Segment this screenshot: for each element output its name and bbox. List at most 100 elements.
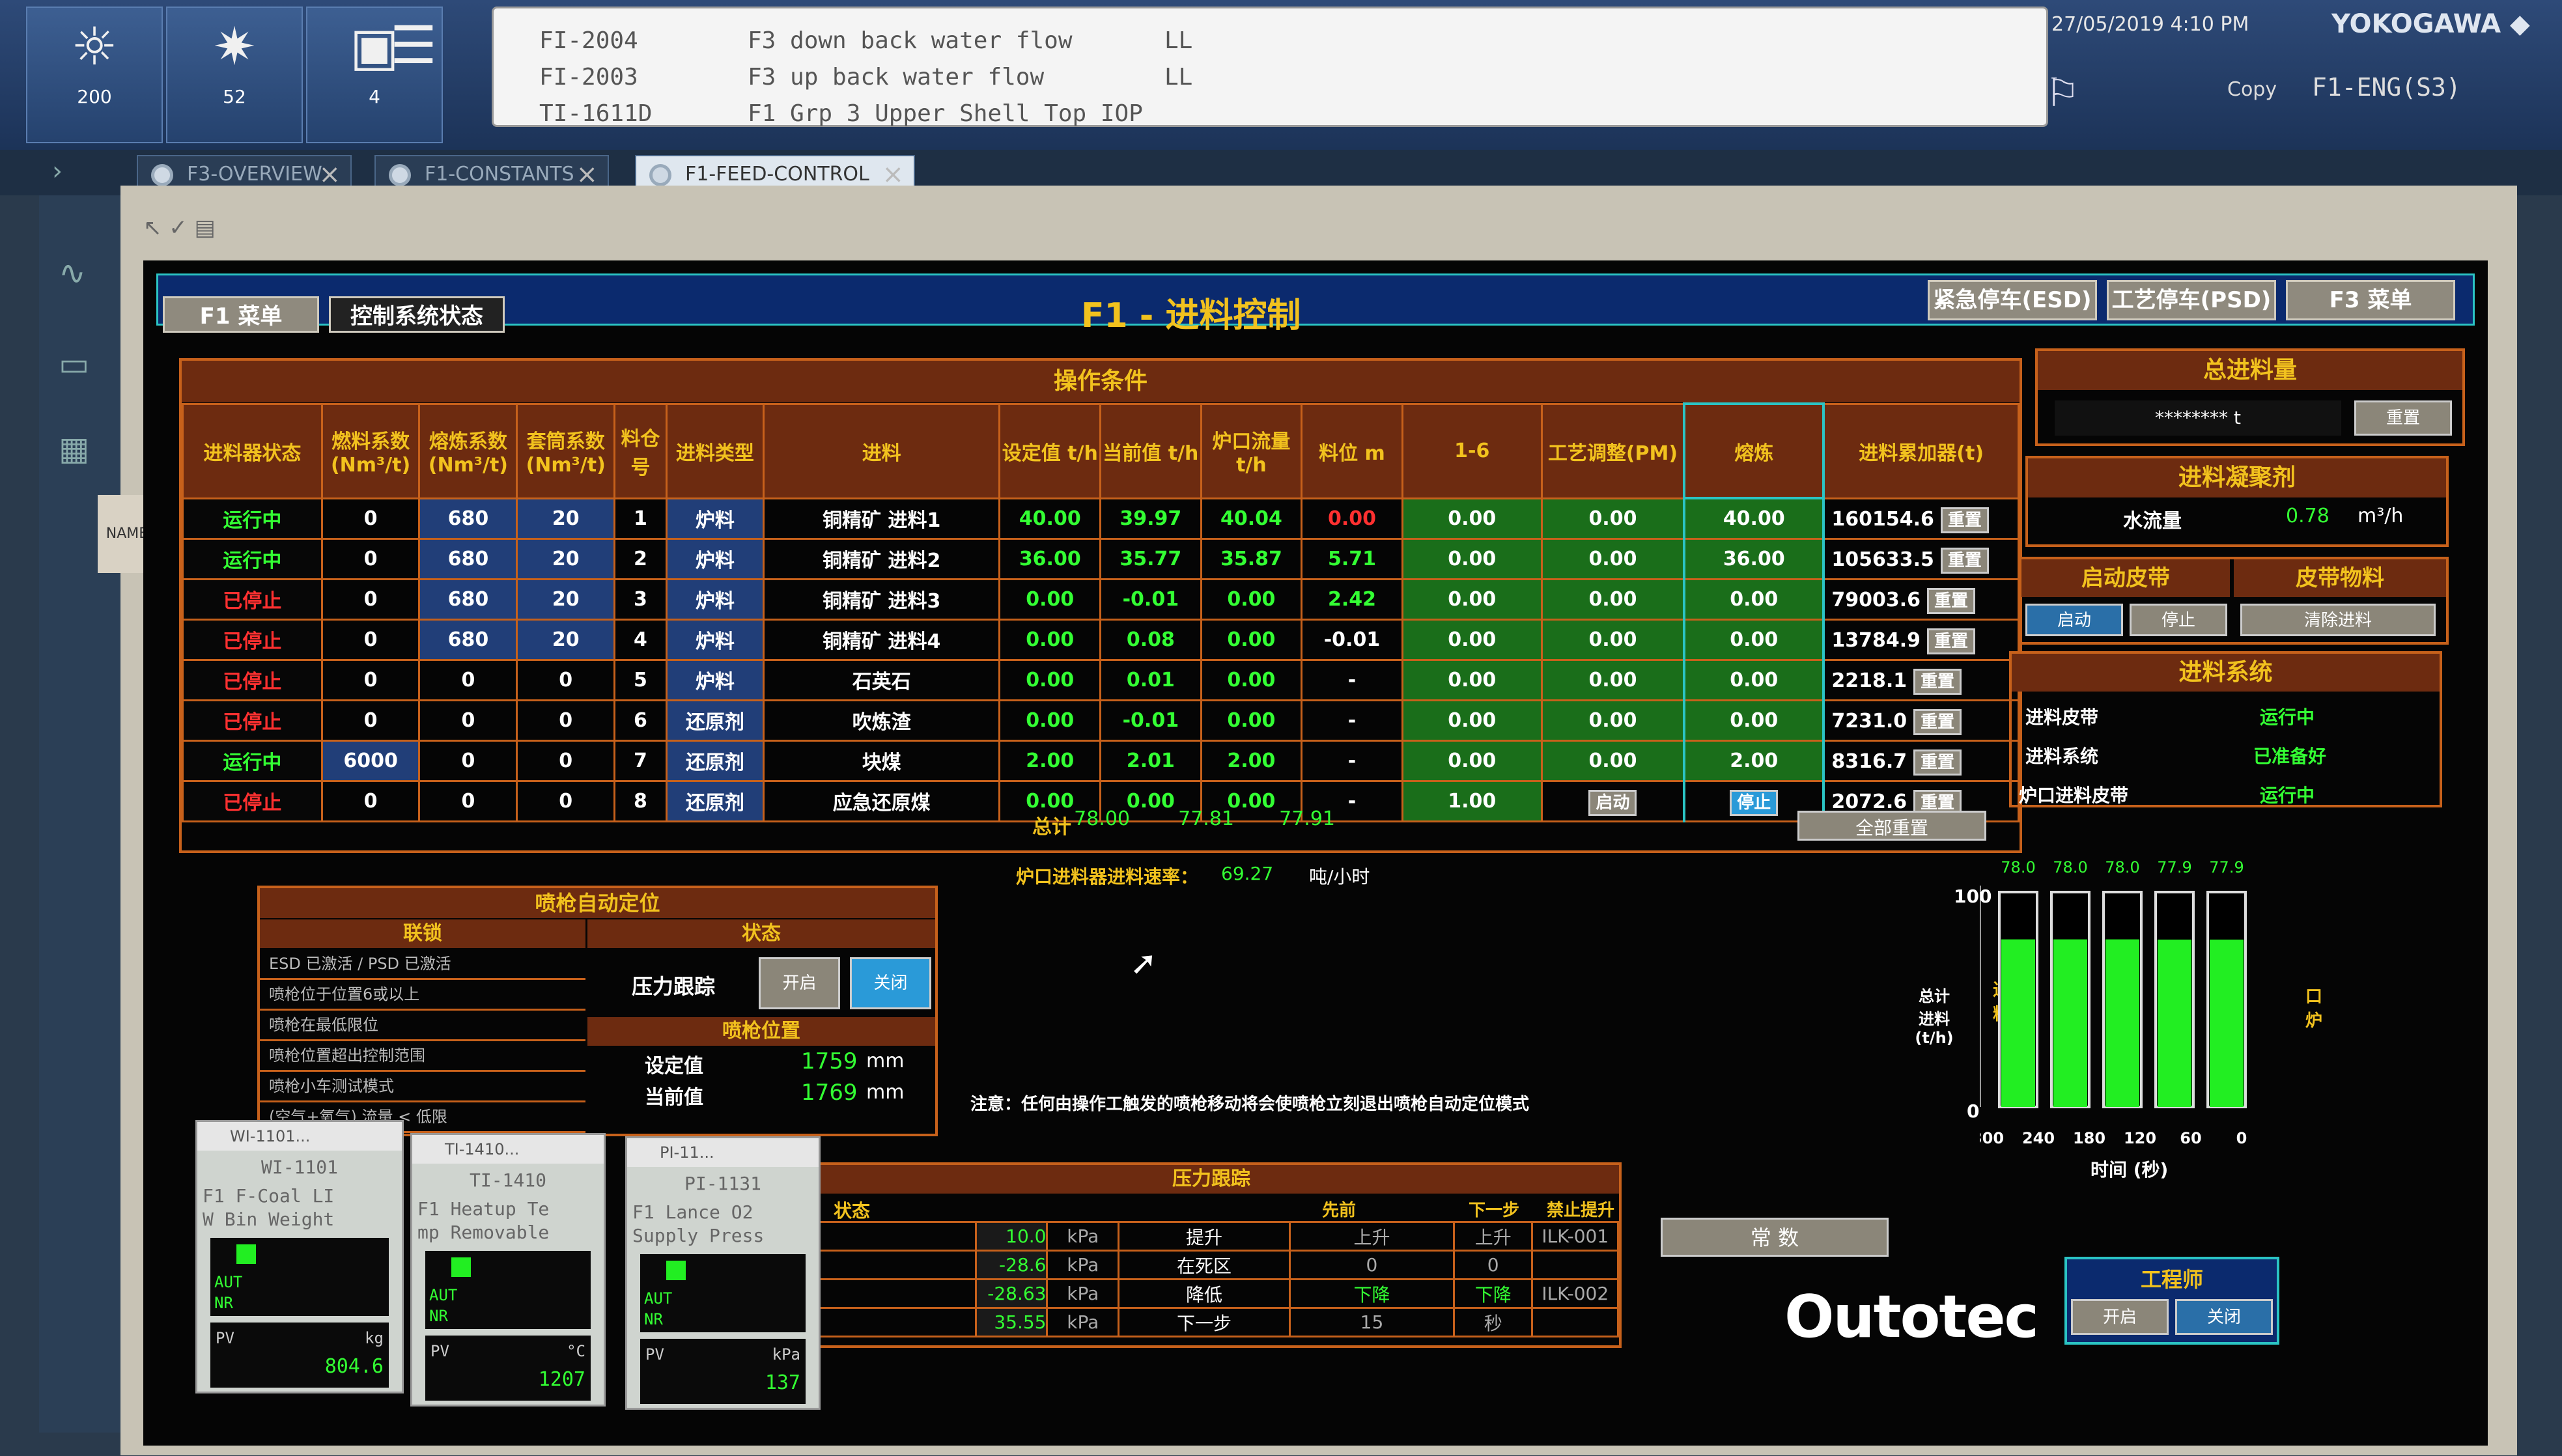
alarm-row[interactable]: FI-2003 F3 up back water flow LL [539,59,2001,96]
cell: 铜精矿 进料3 [762,578,1001,621]
pv-unit: °C [567,1342,585,1360]
folder-icon[interactable]: ▭ [59,345,89,383]
system-alarm-button[interactable]: ✷ 52 [166,7,303,143]
cell: 石英石 [762,658,1001,701]
cell: 2.01 [1099,739,1202,782]
belt-stop-button[interactable]: 停止 [2130,604,2227,636]
reset-button[interactable]: 重置 [1913,708,1962,735]
pt-cell: kPa [1046,1278,1120,1309]
feeder-status[interactable]: 运行中 [182,537,323,580]
cell: 炉料 [665,618,765,661]
pt-cell: 下降 [1452,1278,1534,1309]
tab-icon [649,164,671,186]
interlock-row: 喷枪在最低限位 [260,1011,585,1041]
rocket-icon[interactable]: ⚐ [2045,70,2080,116]
cell: 炉料 [665,537,765,580]
total-flow: 77.91 [1279,807,1335,830]
alarm-row[interactable]: FI-2004 F3 down back water flow LL [539,23,2001,59]
faceplate-header[interactable]: TI-1410... [412,1135,604,1164]
pv-label: PV [216,1329,234,1347]
engineer-close-button[interactable]: 关闭 [2175,1299,2273,1335]
feeder-status[interactable]: 运行中 [182,497,323,540]
faceplate-nr: NR [429,1307,448,1325]
cell: 0.00 [1200,699,1303,742]
toolbar-icons[interactable]: ↖ ✓ ▤ [143,215,216,241]
pv-value: 137 [765,1371,800,1394]
sys-label: 进料系统 [2025,746,2099,767]
f3-menu-button[interactable]: F3 菜单 [2286,280,2455,320]
cell: 0.08 [1099,618,1202,661]
user-label[interactable]: F1-ENG(S3) [2312,73,2461,102]
copy-button[interactable]: Copy [2227,78,2277,101]
reset-button[interactable]: 重置 [1913,668,1962,695]
f1-menu-button[interactable]: F1 菜单 [163,296,319,333]
process-alarm-button[interactable]: ☼ 200 [26,7,163,143]
cell: 0 [320,699,421,742]
grid-icon[interactable]: ▦ [59,430,89,468]
cell: 0.00 [998,618,1102,661]
cell: 0.00 [1401,537,1543,580]
datetime: 27/05/2019 4:10 PM [2051,13,2249,36]
trend-bar [2210,939,2244,1107]
feeder-status[interactable]: 已停止 [182,699,323,742]
stop-button[interactable]: 停止 [1730,789,1779,816]
cell: 680 [418,618,518,661]
cell: 6 [613,699,668,742]
reset-all-button[interactable]: 全部重置 [1797,811,1986,841]
feeder-status[interactable]: 已停止 [182,618,323,661]
cell: 0.00 [1401,739,1543,782]
reset-button[interactable]: 重置 [1926,628,1975,654]
feeder-status[interactable]: 已停止 [182,578,323,621]
lance-close-button[interactable]: 关闭 [850,957,931,1009]
cell: 8316.7 重置 [1822,739,2020,782]
faceplate-header[interactable]: WI-1101... [197,1122,402,1151]
reset-button[interactable]: 重置 [1940,547,1989,574]
lance-open-button[interactable]: 开启 [759,957,840,1009]
engineer-open-button[interactable]: 开启 [2071,1299,2169,1335]
alarm-row[interactable]: TI-1611D F1 Grp 3 Upper Shell Top IOP [539,96,2001,132]
esd-button[interactable]: 紧急停车(ESD) [1928,280,2097,320]
total-feed-title: 总进料量 [2038,351,2462,390]
feeder-status[interactable]: 已停止 [182,779,323,822]
faceplate-wi1101[interactable]: WI-1101... WI-1101 F1 F-Coal LI W Bin Weigh… [195,1120,404,1393]
faceplate-header[interactable]: PI-11... [627,1138,819,1167]
psd-button[interactable]: 工艺停车(PSD) [2107,280,2276,320]
reset-button[interactable]: 重置 [1926,587,1975,614]
cell: 20 [516,578,616,621]
cell: 0.00 [1683,618,1825,661]
trend-ymin: 0 [1967,1100,1980,1122]
faceplate-display: AUT NR [425,1251,591,1329]
setpoint-value: 1759 [801,1048,858,1074]
cell: 2.00 [998,739,1102,782]
total-feed-reset-button[interactable]: 重置 [2354,400,2452,436]
reset-button[interactable]: 重置 [1913,749,1962,776]
control-status-button[interactable]: 控制系统状态 [329,296,505,333]
brand-logo: YOKOGAWA ◆ [2331,9,2530,39]
col-header: 进料累加器(t) [1822,402,2020,499]
pt-row: -28.63 kPa 降低 下降 下降 ILK-002 [804,1278,1619,1309]
faceplate-tag: PI-1131 [684,1173,761,1194]
cell: 105633.5 重置 [1822,537,2020,580]
trend-value-label: 77.9 [2157,858,2191,876]
clear-feed-button[interactable]: 清除进料 [2240,604,2436,636]
faceplate-mode: AUT [429,1286,458,1304]
feeder-status[interactable]: 运行中 [182,739,323,782]
feeder-status[interactable]: 已停止 [182,658,323,701]
constants-button[interactable]: 常 数 [1661,1218,1889,1257]
belt-start-button[interactable]: 启动 [2025,604,2123,636]
chevron-right-icon[interactable]: › [52,156,63,186]
outotec-logo: Outotec [1784,1283,2039,1351]
message-button[interactable]: ☰ [374,7,453,143]
faceplate-pi1131[interactable]: PI-11... PI-1131 F1 Lance O2 Supply Press AU… [625,1136,821,1410]
reset-button[interactable]: 重置 [1940,507,1989,533]
start-button[interactable]: 启动 [1588,789,1637,816]
faceplate-ti1410[interactable]: TI-1410... TI-1410 F1 Heatup Te mp Removabl… [410,1133,606,1407]
status-indicator [451,1257,471,1277]
interlock-row: 喷枪位置超出控制范围 [260,1041,585,1072]
cell: 炉料 [665,658,765,701]
trend-value-label: 78.0 [2053,858,2087,876]
trend-icon[interactable]: ∿ [59,254,86,292]
trend-value-label: 78.0 [2105,858,2139,876]
alarm-banner[interactable]: FI-2004 F3 down back water flow LL FI-2003… [492,7,2048,127]
faceplate-desc: F1 F-Coal LI [203,1185,335,1207]
